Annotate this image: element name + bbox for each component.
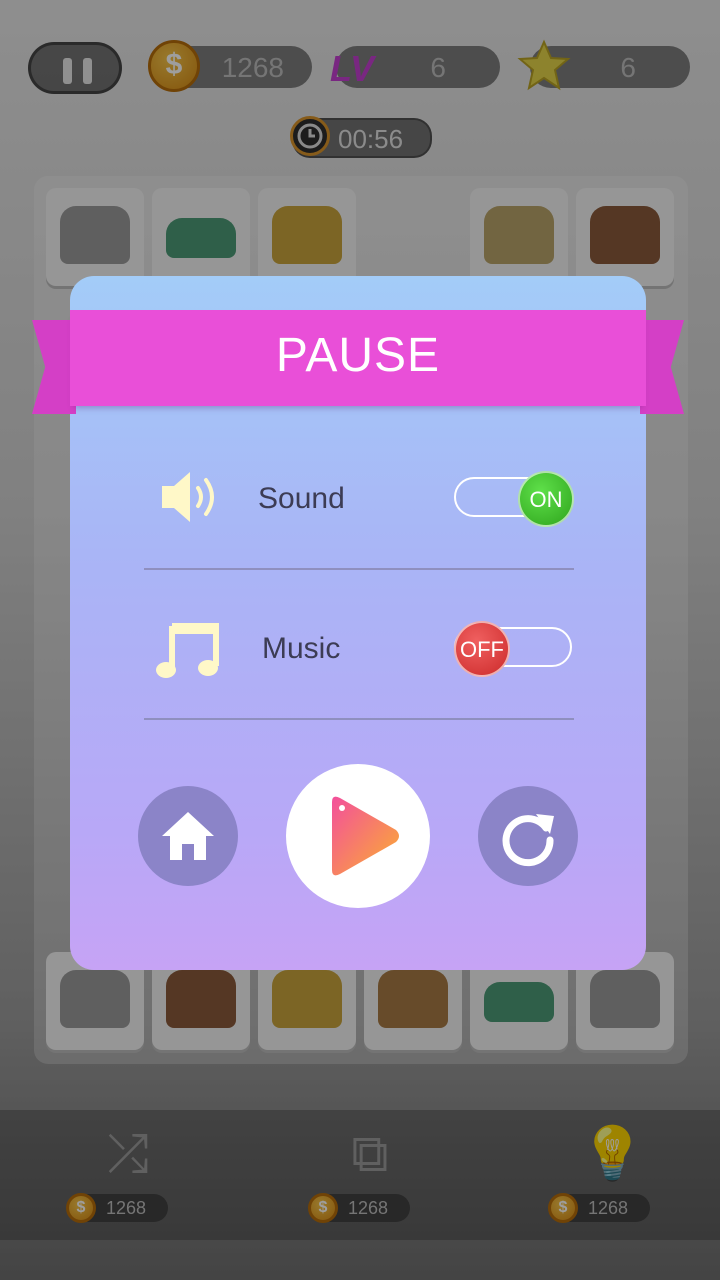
resume-button[interactable]	[286, 764, 430, 908]
divider	[144, 718, 574, 720]
pause-dialog: PAUSE Sound ON Music OFF	[32, 276, 684, 970]
restart-button[interactable]	[478, 786, 578, 886]
divider	[144, 568, 574, 570]
dialog-title: PAUSE	[275, 329, 441, 382]
music-toggle[interactable]: OFF	[454, 621, 572, 677]
home-icon	[162, 812, 214, 860]
play-icon	[332, 796, 399, 876]
toggle-knob-off: OFF	[454, 621, 510, 677]
sound-label: Sound	[258, 482, 345, 515]
toggle-knob-on: ON	[518, 471, 574, 527]
title-ribbon: PAUSE	[70, 310, 646, 406]
music-label: Music	[262, 632, 341, 665]
speaker-icon	[162, 472, 214, 522]
music-note-icon	[156, 623, 219, 678]
sound-toggle[interactable]: ON	[454, 471, 574, 527]
home-button[interactable]	[138, 786, 238, 886]
restart-icon	[502, 814, 554, 867]
